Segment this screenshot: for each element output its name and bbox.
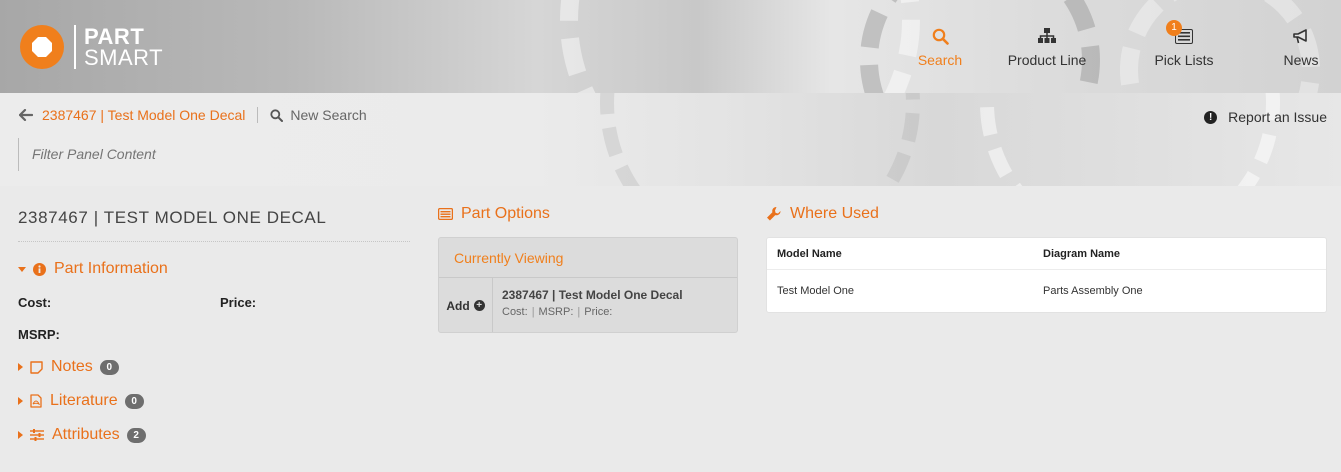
logo-text-smart: SMART (84, 45, 164, 70)
part-option-row: Add + 2387467 | Test Model One Decal Cos… (439, 278, 737, 332)
breadcrumb-bar: 2387467 | Test Model One Decal New Searc… (0, 93, 1341, 186)
attributes-count-badge: 2 (126, 427, 146, 443)
list-alt-icon (438, 208, 453, 220)
partsmart-logo[interactable]: PART SMART (20, 18, 163, 76)
plus-circle-icon: + (473, 300, 485, 311)
caret-down-icon (18, 266, 26, 272)
back-to-part-label: 2387467 | Test Model One Decal (42, 107, 246, 123)
where-used-heading: Where Used (766, 205, 1327, 223)
nav-product-line[interactable]: Product Line (1001, 26, 1093, 68)
table-row[interactable]: Test Model One Parts Assembly One (767, 270, 1326, 312)
filter-panel-input[interactable] (18, 138, 278, 171)
sitemap-icon (1038, 26, 1056, 46)
where-used-panel: Where Used Model Name Diagram Name Test … (766, 205, 1327, 313)
option-price-label: Price: (584, 306, 613, 318)
breadcrumb-divider (257, 107, 259, 123)
background-gear (600, 93, 920, 186)
caret-right-icon (18, 431, 23, 439)
caret-right-icon (18, 363, 23, 371)
search-icon (932, 26, 949, 46)
option-cost-label: Cost: (502, 306, 528, 318)
breadcrumb: 2387467 | Test Model One Decal New Searc… (19, 107, 367, 123)
part-options-heading: Part Options (438, 205, 738, 223)
part-details-panel: 2387467 | TEST MODEL ONE DECAL Part Info… (18, 208, 410, 444)
price-label: Price: (220, 295, 257, 310)
search-icon (270, 108, 284, 122)
part-option-pricing: Cost: | MSRP: | Price: (502, 306, 683, 318)
report-issue-link[interactable]: ! Report an Issue (1204, 109, 1327, 125)
header-banner: PART SMART Search Product Line 1 Pick Li… (0, 0, 1341, 93)
notes-toggle[interactable]: Notes 0 (18, 358, 410, 376)
logo-mark-icon (20, 25, 64, 69)
part-options-panel: Part Options Currently Viewing Add + 238… (438, 205, 738, 333)
background-gear (980, 93, 1280, 186)
caret-right-icon (18, 397, 23, 405)
column-header-diagram[interactable]: Diagram Name (1043, 248, 1120, 260)
sliders-icon (30, 429, 44, 441)
new-search-label: New Search (290, 107, 367, 123)
nav-search[interactable]: Search (913, 26, 967, 68)
note-icon (30, 360, 43, 374)
pick-list-count-badge: 1 (1166, 20, 1182, 36)
add-part-label: Add (446, 298, 470, 313)
part-information-toggle[interactable]: Part Information (18, 260, 410, 278)
main-content: 2387467 | TEST MODEL ONE DECAL Part Info… (0, 186, 1341, 472)
info-circle-icon (33, 262, 46, 276)
attributes-toggle[interactable]: Attributes 2 (18, 426, 410, 444)
list-icon: 1 (1166, 20, 1193, 46)
literature-toggle[interactable]: Literature 0 (18, 392, 410, 410)
model-name-cell: Test Model One (777, 285, 855, 297)
where-used-table: Model Name Diagram Name Test Model One P… (766, 237, 1327, 313)
info-circle-icon: ! (1204, 110, 1218, 124)
where-used-title: Where Used (790, 205, 879, 222)
part-option-name: 2387467 | Test Model One Decal (502, 288, 683, 302)
back-to-part-link[interactable]: 2387467 | Test Model One Decal (19, 107, 245, 123)
pricing-separator: | (577, 306, 581, 318)
part-pricing-fields: Cost: Price: MSRP: (18, 295, 410, 342)
arrow-left-icon (19, 109, 33, 121)
wrench-icon (767, 206, 781, 221)
option-msrp-label: MSRP: (538, 306, 574, 318)
report-issue-label: Report an Issue (1228, 109, 1327, 125)
nav-news[interactable]: News (1279, 26, 1323, 68)
cost-price-row: Cost: Price: (18, 295, 410, 310)
msrp-label: MSRP: (18, 327, 60, 342)
part-information-label: Part Information (54, 260, 168, 277)
part-option-info: 2387467 | Test Model One Decal Cost: | MSR… (493, 278, 692, 332)
diagram-name-cell: Parts Assembly One (1043, 285, 1143, 297)
nav-pick-lists[interactable]: 1 Pick Lists (1144, 20, 1224, 68)
notes-label: Notes (51, 358, 93, 375)
logo-divider (74, 25, 76, 69)
cost-label: Cost: (18, 295, 52, 310)
megaphone-icon (1293, 26, 1309, 46)
currently-viewing-header: Currently Viewing (439, 238, 737, 278)
pricing-separator: | (531, 306, 535, 318)
nav-news-label: News (1283, 52, 1319, 68)
notes-count-badge: 0 (99, 359, 119, 375)
nav-product-line-label: Product Line (1007, 52, 1087, 68)
new-search-link[interactable]: New Search (270, 107, 367, 123)
part-title: 2387467 | TEST MODEL ONE DECAL (18, 208, 410, 242)
logo-text-part: PART (84, 24, 145, 49)
pdf-icon (30, 394, 42, 408)
nav-pick-lists-label: Pick Lists (1154, 52, 1214, 68)
add-part-button[interactable]: Add + (439, 278, 493, 332)
part-options-title: Part Options (461, 205, 550, 222)
literature-label: Literature (50, 392, 118, 409)
literature-count-badge: 0 (124, 393, 144, 409)
attributes-label: Attributes (52, 426, 120, 443)
column-header-model[interactable]: Model Name (777, 248, 1043, 260)
logo-text: PART SMART (84, 24, 164, 70)
msrp-row: MSRP: (18, 327, 410, 342)
nav-search-label: Search (917, 52, 963, 68)
part-options-box: Currently Viewing Add + 2387467 | Test M… (438, 237, 738, 333)
table-header-row: Model Name Diagram Name (767, 238, 1326, 270)
